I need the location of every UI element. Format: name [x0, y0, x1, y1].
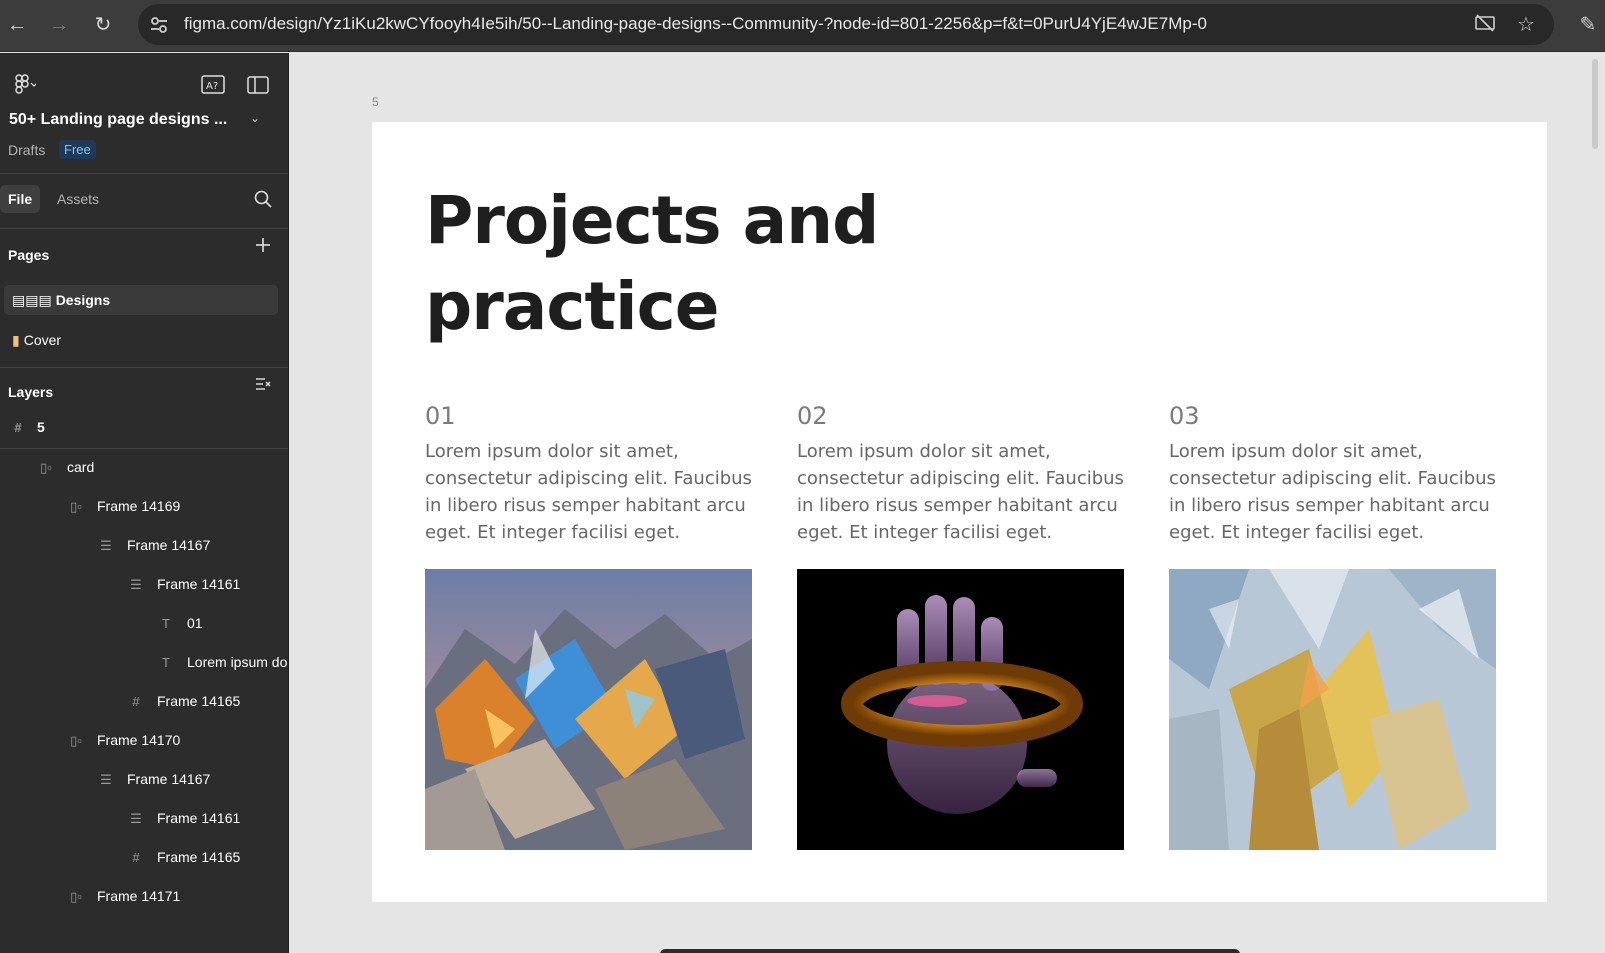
svg-text:A?: A? — [206, 81, 218, 92]
layer-row[interactable]: # 5 — [0, 408, 288, 447]
card-column-3[interactable]: 03 Lorem ipsum dolor sit amet, consectet… — [1169, 402, 1497, 546]
page-item-cover[interactable]: ▮ Cover — [4, 325, 278, 355]
design-canvas[interactable]: 5 Projects and practice 01 Lorem ipsum d… — [290, 53, 1605, 953]
tab-assets[interactable]: Assets — [57, 185, 99, 213]
layer-row[interactable]: ☰ Frame 14167 — [0, 760, 288, 799]
layer-row[interactable]: ▯▫ Frame 14169 — [0, 487, 288, 526]
toggle-sidebar-icon[interactable] — [246, 74, 270, 96]
layer-row[interactable]: ▯▫ Frame 14170 — [0, 721, 288, 760]
vertical-layout-icon: ☰ — [130, 577, 142, 592]
layer-row[interactable]: ☰ Frame 14161 — [0, 799, 288, 838]
auto-layout-icon: ▯▫ — [70, 889, 82, 904]
frame-hash-icon: # — [132, 850, 140, 865]
layer-row[interactable]: T Lorem ipsum do — [0, 643, 288, 682]
layer-row[interactable]: T 01 — [0, 604, 288, 643]
divider — [0, 228, 288, 229]
page-emoji: ▮ — [12, 332, 20, 348]
auto-layout-icon: ▯▫ — [70, 733, 82, 748]
layer-row[interactable]: ▯▫ Frame 14171 — [0, 877, 288, 916]
layer-label: Frame 14167 — [127, 537, 211, 553]
card-column-1[interactable]: 01 Lorem ipsum dolor sit amet, consectet… — [425, 402, 753, 546]
glass-hand-image[interactable] — [797, 569, 1124, 850]
layer-row[interactable]: ☰ Frame 14167 — [0, 526, 288, 565]
layer-row[interactable]: # Frame 14165 — [0, 838, 288, 877]
chevron-down-icon[interactable]: ⌄ — [250, 111, 260, 125]
browser-toolbar: ← → ↻ figma.com/design/Yz1iKu2kwCYfooyh4… — [0, 0, 1605, 52]
layer-label: Frame 14170 — [97, 732, 181, 748]
divider — [0, 367, 288, 368]
vertical-layout-icon: ☰ — [100, 772, 112, 787]
auto-layout-icon: ▯▫ — [70, 499, 82, 514]
url-text[interactable]: figma.com/design/Yz1iKu2kwCYfooyh4Ie5ih/… — [184, 14, 1207, 34]
card-number: 03 — [1169, 402, 1200, 430]
camera-off-icon[interactable] — [1472, 12, 1498, 38]
forward-icon[interactable]: → — [46, 12, 72, 38]
card-text: Lorem ipsum dolor sit amet, consectetur … — [1169, 441, 1496, 543]
layer-label: card — [67, 459, 95, 475]
frame-heading[interactable]: Projects and practice — [425, 178, 1025, 350]
layer-label: Frame 14165 — [157, 693, 241, 709]
file-title[interactable]: 50+ Landing page designs ... — [9, 111, 227, 129]
canvas-scrollbar[interactable] — [1592, 59, 1598, 149]
drafts-label[interactable]: Drafts — [8, 142, 45, 158]
bookmark-star-icon[interactable]: ☆ — [1513, 12, 1539, 38]
layer-row[interactable]: ☰ Frame 14161 — [0, 565, 288, 604]
card-text: Lorem ipsum dolor sit amet, consectetur … — [797, 441, 1124, 543]
foil-image[interactable] — [425, 569, 752, 850]
search-icon[interactable] — [253, 189, 273, 209]
site-settings-icon[interactable] — [148, 14, 170, 36]
vertical-layout-icon: ☰ — [130, 811, 142, 826]
layer-label: Frame 14165 — [157, 849, 241, 865]
layer-label: Frame 14161 — [157, 810, 241, 826]
design-frame[interactable]: Projects and practice 01 Lorem ipsum dol… — [372, 122, 1547, 902]
layer-label: Frame 14169 — [97, 498, 181, 514]
sidebar-toolbar: A? — [8, 71, 278, 101]
reload-icon[interactable]: ↻ — [90, 12, 116, 38]
card-number: 01 — [425, 402, 456, 430]
crystal-image[interactable] — [1169, 569, 1496, 850]
left-sidebar: A? 50+ Landing page designs ... ⌄ Drafts… — [0, 53, 289, 953]
layer-label: 01 — [187, 615, 203, 631]
frame-hash-icon: # — [14, 420, 22, 435]
page-label: Cover — [23, 332, 62, 348]
frame-label[interactable]: 5 — [372, 95, 379, 109]
layer-row[interactable]: ▯▫ card — [0, 448, 288, 487]
card-column-2[interactable]: 02 Lorem ipsum dolor sit amet, consectet… — [797, 402, 1125, 546]
edit-pen-icon[interactable]: ✎ — [1575, 12, 1601, 38]
add-page-icon[interactable] — [255, 237, 271, 253]
back-icon[interactable]: ← — [4, 12, 30, 38]
layer-label: Lorem ipsum do — [187, 654, 288, 670]
card-number: 02 — [797, 402, 828, 430]
page-label: Designs — [55, 292, 111, 308]
collapse-layers-icon[interactable] — [255, 376, 271, 392]
ai-text-icon[interactable]: A? — [201, 74, 225, 96]
layer-label: 5 — [37, 419, 45, 435]
page-item-designs[interactable]: ▤▤▤ Designs — [4, 285, 278, 315]
text-layer-icon: T — [162, 616, 170, 631]
auto-layout-icon: ▯▫ — [40, 460, 52, 475]
vertical-layout-icon: ☰ — [100, 538, 112, 553]
layer-label: Frame 14167 — [127, 771, 211, 787]
layer-row[interactable]: # Frame 14165 — [0, 682, 288, 721]
layer-label: Frame 14171 — [97, 888, 181, 904]
pages-title: Pages — [8, 247, 50, 263]
frame-hash-icon: # — [132, 694, 140, 709]
card-text: Lorem ipsum dolor sit amet, consectetur … — [425, 441, 752, 543]
page-emoji: ▤▤▤ — [12, 292, 52, 308]
tab-file[interactable]: File — [0, 185, 41, 213]
plan-badge[interactable]: Free — [59, 140, 96, 159]
figma-menu-icon[interactable] — [10, 73, 36, 99]
text-layer-icon: T — [162, 655, 170, 670]
layers-title: Layers — [8, 384, 54, 400]
layer-label: Frame 14161 — [157, 576, 241, 592]
bottom-toolbar[interactable] — [660, 949, 1240, 953]
divider — [0, 173, 288, 174]
